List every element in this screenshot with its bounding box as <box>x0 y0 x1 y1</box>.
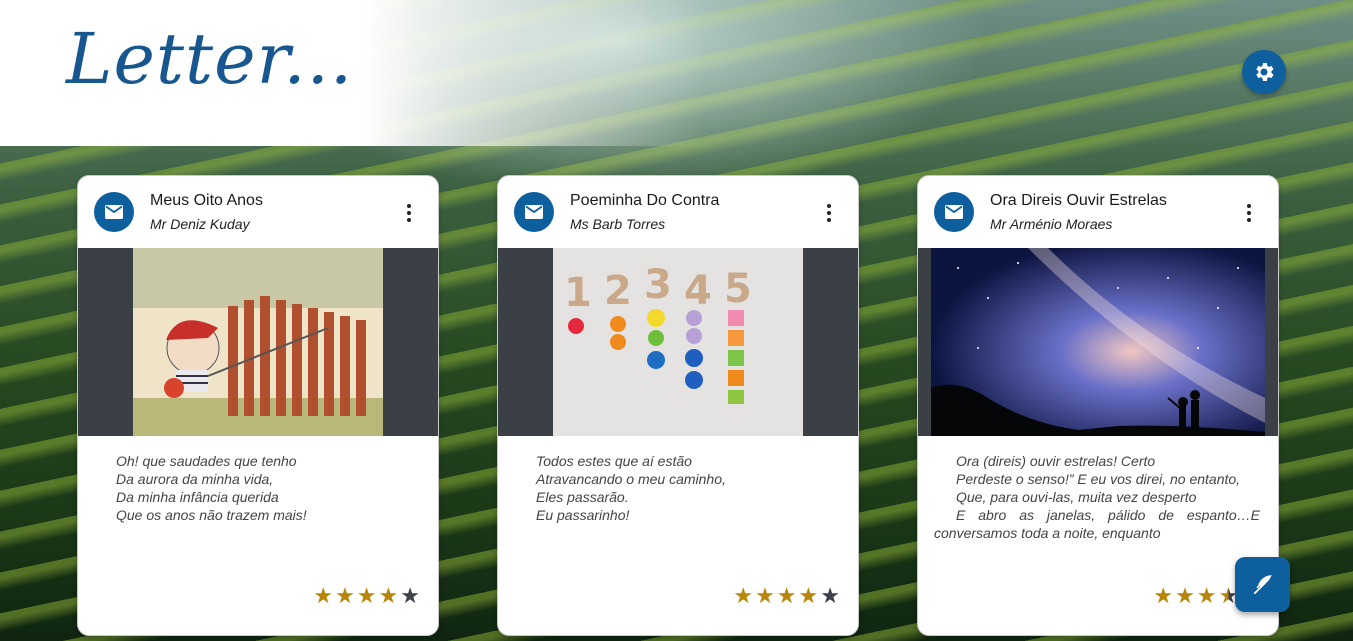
feather-icon <box>1253 574 1272 594</box>
star-icon[interactable]: ★ <box>357 584 377 608</box>
card-image: 123 45 <box>498 248 858 436</box>
star-icon[interactable]: ★ <box>335 584 355 608</box>
card-title: Meus Oito Anos <box>150 192 263 209</box>
poem-line: Da aurora da minha vida, <box>116 471 274 487</box>
more-vert-icon[interactable] <box>396 200 422 226</box>
poem-line: Que os anos não trazem mais! <box>116 507 307 523</box>
poem-line: Eu passarinho! <box>536 507 630 523</box>
svg-text:4: 4 <box>684 268 712 314</box>
poem-line: conversamos toda a noite, enquanto <box>934 525 1161 541</box>
poem-line: Perdeste o senso!” E eu vos direi, no en… <box>956 471 1241 487</box>
card-poem: Ora (direis) ouvir estrelas! Certo Perde… <box>934 452 1260 542</box>
settings-button[interactable] <box>1242 50 1286 94</box>
poem-line: Eles passarão. <box>536 489 629 505</box>
mail-icon <box>525 205 543 219</box>
card-title: Poeminha Do Contra <box>570 192 720 209</box>
card-poem: Oh! que saudades que tenho Da aurora da … <box>116 452 416 524</box>
mail-icon <box>945 205 963 219</box>
svg-text:2: 2 <box>604 268 632 314</box>
app-logo: Letter... <box>66 18 354 100</box>
star-icon[interactable]: ★ <box>820 584 840 608</box>
card-author: Mr Deniz Kuday <box>150 216 250 232</box>
star-icon[interactable]: ★ <box>379 584 399 608</box>
poem-line: Que, para ouvi-las, muita vez desperto <box>956 489 1197 505</box>
poem-line: Da minha infância querida <box>116 489 279 505</box>
card-header: Poeminha Do Contra Ms Barb Torres <box>498 176 858 248</box>
mail-icon <box>105 205 123 219</box>
svg-text:1: 1 <box>564 270 592 316</box>
star-icon[interactable]: ★ <box>777 584 797 608</box>
gear-icon <box>1256 63 1274 81</box>
star-icon[interactable]: ★ <box>755 584 775 608</box>
card-author: Mr Arménio Moraes <box>990 216 1113 232</box>
star-rating[interactable]: ★ ★ ★ ★ ★ <box>733 584 840 608</box>
poem-line: Oh! que saudades que tenho <box>116 453 297 469</box>
card-author: Ms Barb Torres <box>570 216 666 232</box>
star-icon[interactable]: ★ <box>400 584 420 608</box>
poem-line: Ora (direis) ouvir estrelas! Certo <box>956 453 1156 469</box>
letter-card[interactable]: Ora Direis Ouvir Estrelas Mr Arménio Mor… <box>917 175 1279 636</box>
card-image <box>918 248 1278 436</box>
letter-card[interactable]: Poeminha Do Contra Ms Barb Torres 123 45… <box>497 175 859 636</box>
card-image <box>78 248 438 436</box>
poem-line: Todos estes que aí estão <box>536 453 692 469</box>
svg-text:5: 5 <box>724 266 752 312</box>
card-header: Ora Direis Ouvir Estrelas Mr Arménio Mor… <box>918 176 1278 248</box>
poem-line: E abro as janelas, pálido de espanto…E <box>956 507 1260 523</box>
more-vert-icon[interactable] <box>1236 200 1262 226</box>
star-icon[interactable]: ★ <box>799 584 819 608</box>
star-icon[interactable]: ★ <box>1197 584 1217 608</box>
star-icon[interactable]: ★ <box>313 584 333 608</box>
card-avatar <box>934 192 974 232</box>
star-icon[interactable]: ★ <box>1175 584 1195 608</box>
star-icon[interactable]: ★ <box>1153 584 1173 608</box>
star-icon[interactable]: ★ <box>733 584 753 608</box>
svg-text:3: 3 <box>644 262 672 308</box>
poem-line: Atravancando o meu caminho, <box>536 471 726 487</box>
card-header: Meus Oito Anos Mr Deniz Kuday <box>78 176 438 248</box>
card-avatar <box>94 192 134 232</box>
letter-card[interactable]: Meus Oito Anos Mr Deniz Kuday Oh! que sa… <box>77 175 439 636</box>
compose-letter-button[interactable] <box>1235 557 1290 612</box>
more-vert-icon[interactable] <box>816 200 842 226</box>
card-title: Ora Direis Ouvir Estrelas <box>990 192 1167 209</box>
star-rating[interactable]: ★ ★ ★ ★ ★ <box>313 584 420 608</box>
card-avatar <box>514 192 554 232</box>
card-poem: Todos estes que aí estão Atravancando o … <box>536 452 836 524</box>
